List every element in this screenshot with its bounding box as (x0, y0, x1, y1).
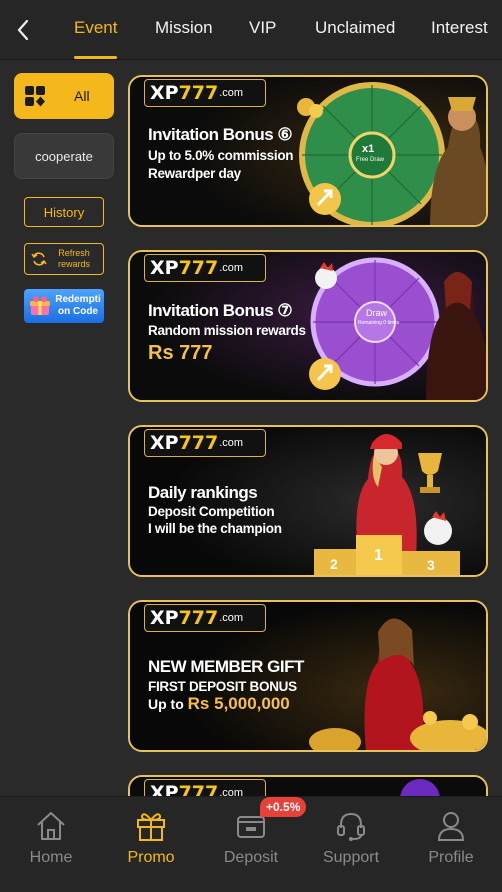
banner-line1: Deposit Competition (148, 504, 275, 519)
logo-com: .com (219, 612, 244, 624)
banner-line2-prefix: Up to (148, 696, 188, 712)
banner-line2: Rewardper day (148, 166, 241, 181)
logo-com: .com (219, 437, 244, 449)
bottom-nav: Home Promo Deposit +0.5% Support Profile (0, 796, 502, 892)
nav-home[interactable]: Home (1, 797, 101, 892)
xp777-logo: XP 777 .com (144, 254, 266, 282)
wheel-center-sublabel: Remaining 0 times (358, 320, 400, 326)
podium-label-3: 3 (427, 557, 435, 573)
nav-profile-label: Profile (428, 849, 474, 866)
banner-line2-value: Rs 5,000,000 (187, 694, 290, 713)
nav-support-label: Support (322, 849, 380, 866)
chevron-left-icon (17, 19, 29, 41)
refresh-rewards-label: Refresh rewards (47, 248, 103, 270)
logo-com: .com (219, 262, 244, 274)
headset-icon (337, 812, 365, 841)
banner-title: NEW MEMBER GIFT (148, 657, 304, 676)
promo-banner-invitation-bonus-6[interactable]: XP 777 .com Invitation Bonus ⑥ Up to 5.0% … (128, 75, 488, 227)
refresh-label-line2: rewards (57, 259, 90, 269)
wheel-center-label: x1 (362, 143, 375, 155)
home-icon (37, 812, 65, 840)
xp777-logo: XP 777 .com (144, 429, 266, 457)
tab-vip[interactable]: VIP (249, 0, 276, 60)
logo-xp: XP (150, 432, 179, 454)
history-button[interactable]: History (24, 197, 104, 227)
logo-num: 777 (178, 432, 219, 454)
banner-title: Invitation Bonus ⑥ (148, 125, 293, 144)
gift-icon (137, 813, 165, 841)
banner-title: Daily rankings (148, 483, 258, 502)
refresh-rewards-button[interactable]: Refresh rewards (24, 243, 104, 275)
top-header: Event Mission VIP Unclaimed Interest (0, 0, 502, 60)
nav-promo-label: Promo (127, 849, 175, 866)
banner-line1: FIRST DEPOSIT BONUS (148, 679, 297, 694)
xp777-logo: XP 777 .com (144, 604, 266, 632)
wheel-center-label: Draw (366, 308, 388, 318)
tab-mission[interactable]: Mission (155, 0, 213, 60)
redeem-label-line1: Redempti (55, 294, 101, 305)
banner-amount: Rs 777 (148, 342, 213, 364)
tab-unclaimed[interactable]: Unclaimed (315, 0, 395, 60)
tab-bar: Event Mission VIP Unclaimed Interest (58, 0, 502, 60)
logo-xp: XP (150, 607, 179, 629)
logo-xp: XP (150, 257, 179, 279)
back-button[interactable] (10, 16, 36, 44)
nav-home-label: Home (29, 849, 73, 866)
nav-deposit-label: Deposit (223, 849, 279, 866)
user-icon (437, 812, 465, 841)
category-sidebar: All cooperate History Refresh rewards Re… (0, 60, 122, 796)
refresh-label-line1: Refresh (58, 248, 90, 258)
banner-line2: Up to Rs 5,000,000 (148, 694, 290, 714)
promo-banner-daily-rankings[interactable]: XP 777 .com Daily rankings Deposit Competi… (128, 425, 488, 577)
nav-support[interactable]: Support (301, 797, 401, 892)
redemption-code-label: Redempti on Code (52, 294, 104, 318)
podium-label-2: 2 (330, 556, 338, 572)
promo-banner-invitation-bonus-7[interactable]: XP 777 .com Invitation Bonus ⑦ Random miss… (128, 250, 488, 402)
promo-banner-new-member-gift[interactable]: XP 777 .com NEW MEMBER GIFT FIRST DEPOSIT … (128, 600, 488, 752)
redeem-label-line2: on Code (58, 306, 98, 317)
logo-num: 777 (178, 257, 219, 279)
category-cooperate-button[interactable]: cooperate (14, 133, 114, 179)
deposit-bonus-badge: +0.5% (260, 797, 307, 817)
logo-num: 777 (178, 607, 219, 629)
nav-profile[interactable]: Profile (401, 797, 501, 892)
nav-promo[interactable]: Promo (101, 797, 201, 892)
xp777-logo: XP 777 .com (144, 79, 266, 107)
tab-event[interactable]: Event (74, 0, 118, 60)
tab-interest[interactable]: Interest (431, 0, 488, 60)
category-all-label: All (74, 88, 90, 104)
gift-icon (30, 296, 50, 315)
refresh-icon (31, 252, 47, 266)
logo-xp: XP (150, 82, 179, 104)
redemption-code-button[interactable]: Redempti on Code (24, 289, 104, 323)
banner-line1: Random mission rewards (148, 323, 306, 338)
banner-line2: I will be the champion (148, 521, 282, 536)
logo-num: 777 (178, 82, 219, 104)
banner-line1: Up to 5.0% commission (148, 148, 294, 163)
logo-com: .com (219, 87, 244, 99)
grid-icon (25, 86, 45, 107)
wheel-center-sublabel: Free Draw (356, 157, 385, 163)
podium-label-1: 1 (374, 547, 383, 564)
category-all-button[interactable]: All (14, 73, 114, 119)
banner-title: Invitation Bonus ⑦ (148, 301, 293, 320)
